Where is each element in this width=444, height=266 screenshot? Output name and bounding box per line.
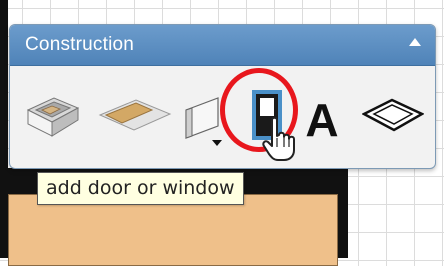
panel-header[interactable]: Construction [10,25,435,66]
tooltip: add door or window [37,172,244,205]
text-icon: A [305,94,338,146]
hand-cursor-icon [262,116,302,169]
add-floor-tool[interactable] [98,98,172,132]
add-dimension-tool[interactable] [361,96,425,134]
floor-icon [98,99,172,131]
add-text-tool[interactable]: A [302,92,342,146]
room-icon [26,97,80,137]
svg-text:A: A [305,94,338,144]
dimension-icon [361,98,425,132]
panel-title: Construction [25,34,135,55]
chevron-up-icon[interactable] [409,38,421,46]
add-room-tool[interactable] [24,90,82,140]
